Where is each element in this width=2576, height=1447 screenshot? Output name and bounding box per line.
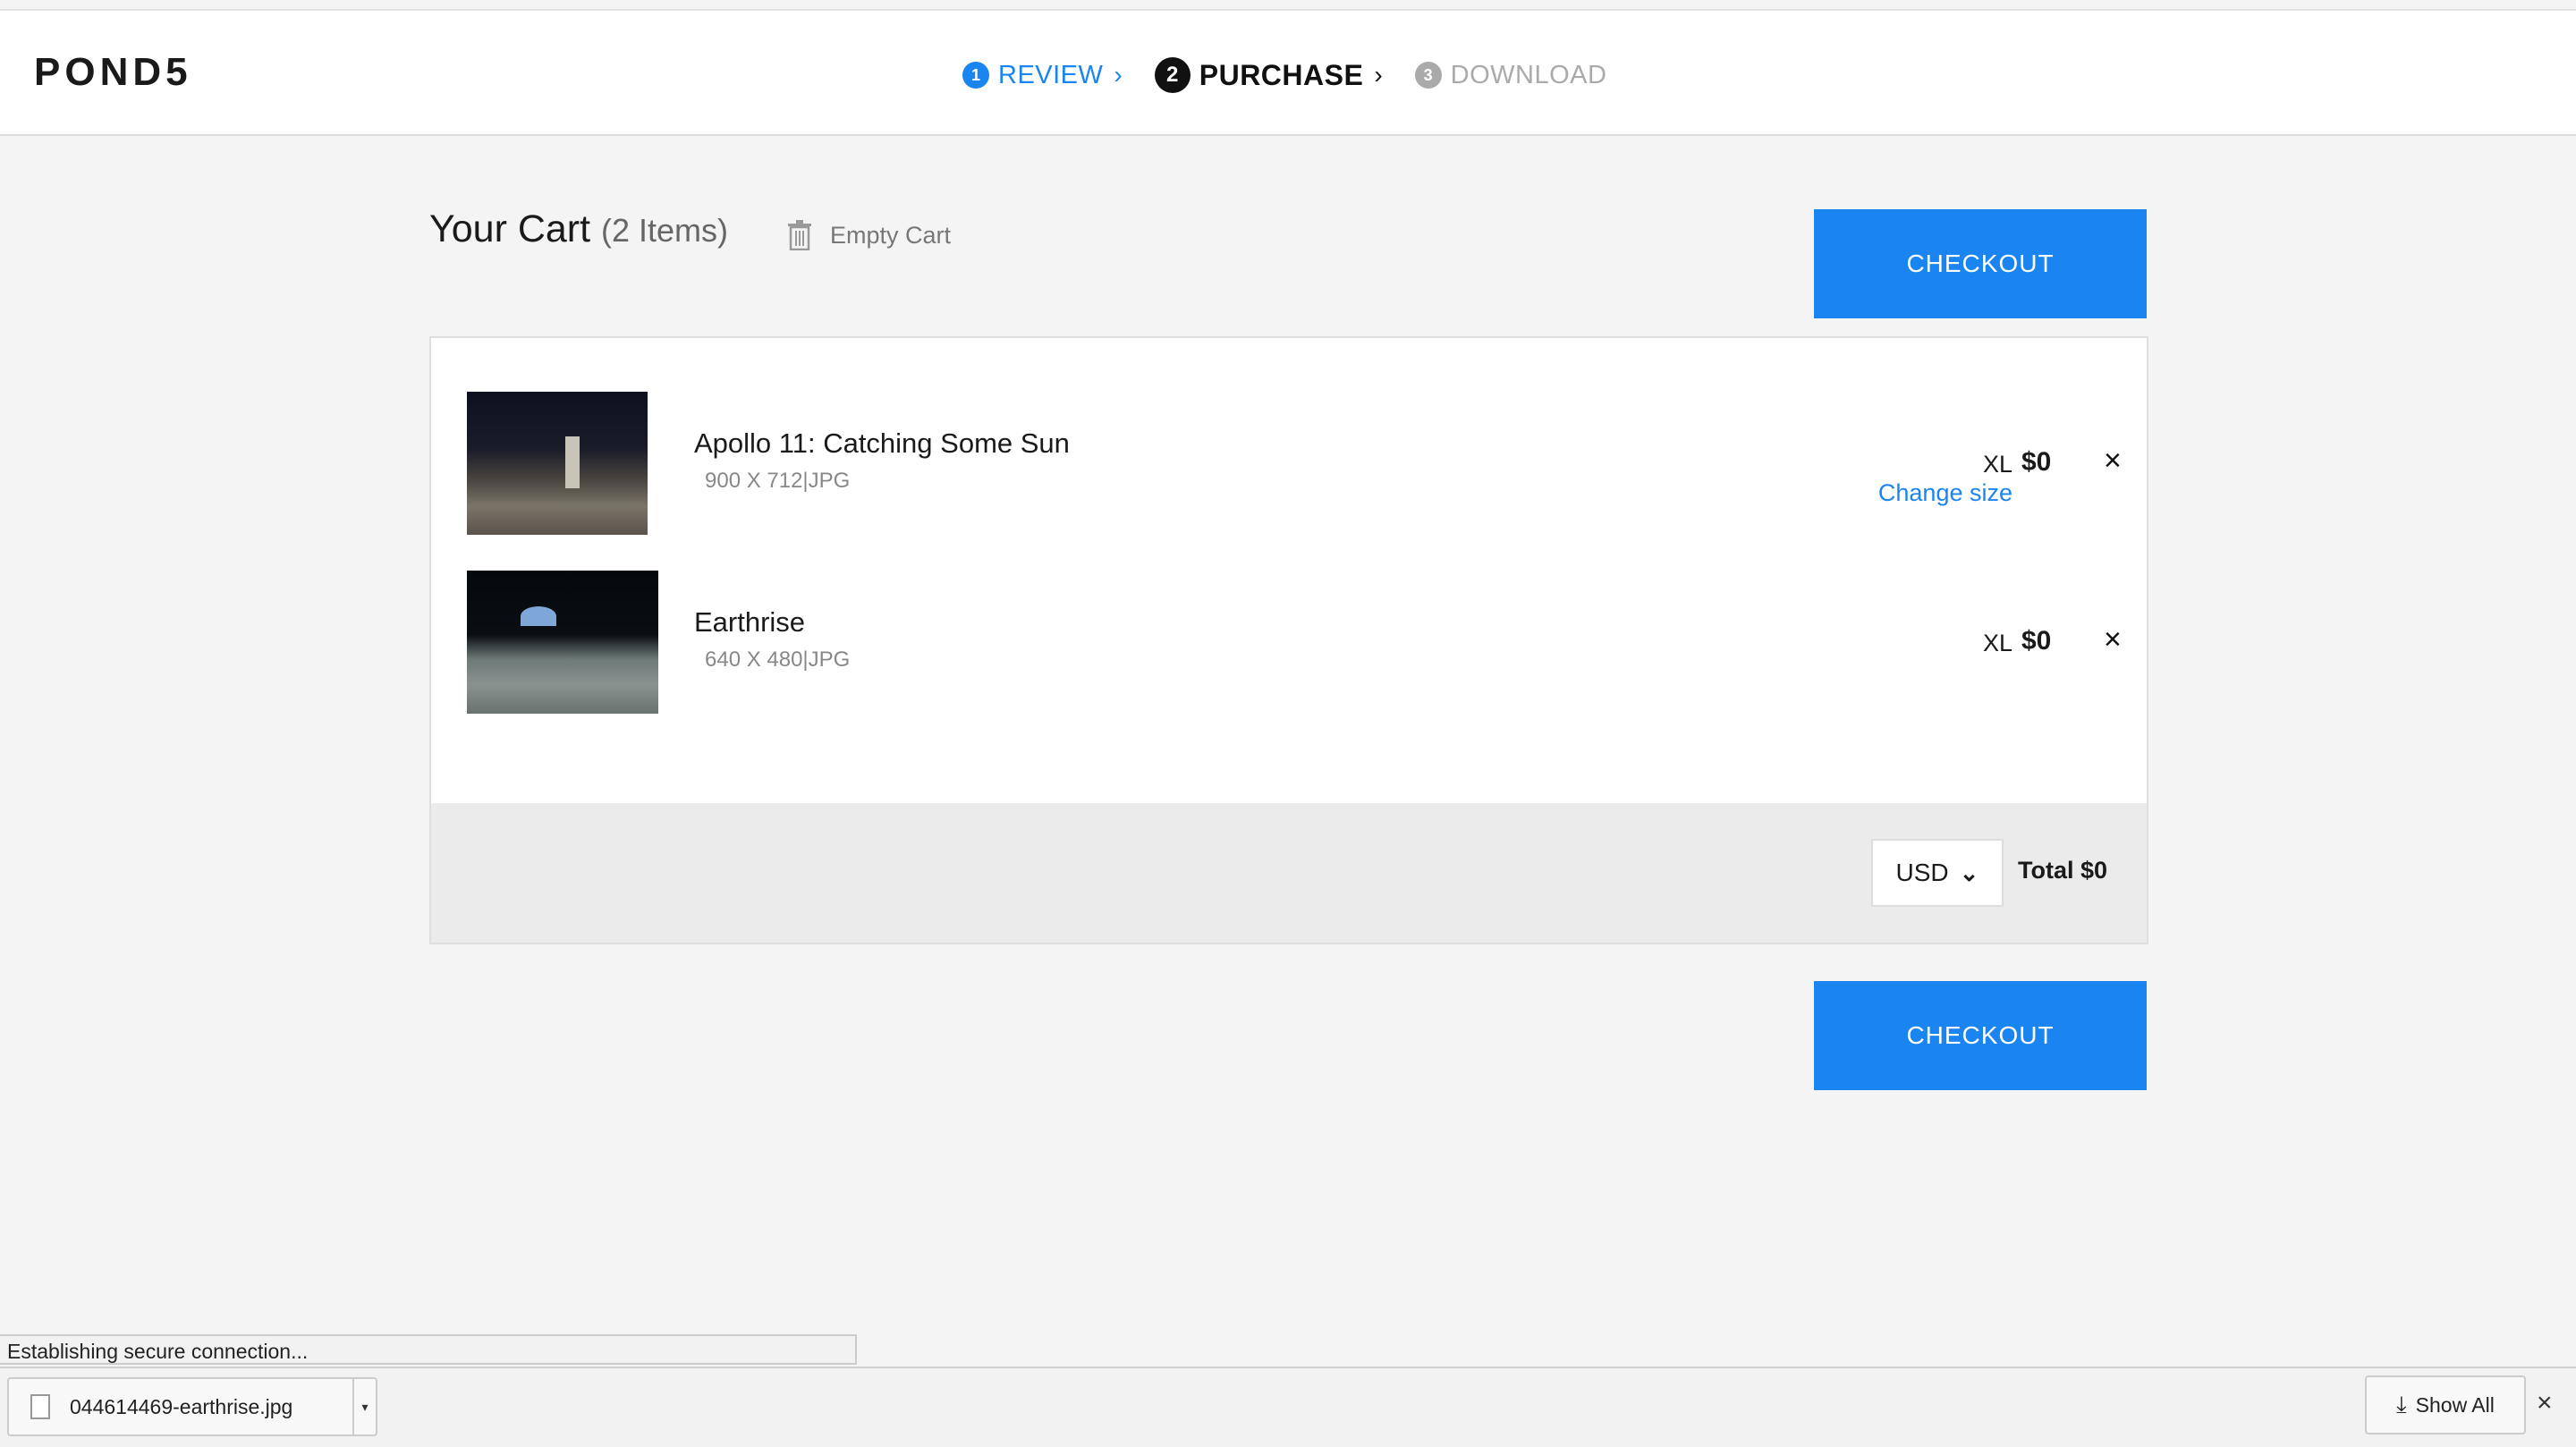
download-menu-arrow[interactable]: ▾ bbox=[352, 1379, 376, 1434]
remove-item-button[interactable]: × bbox=[2104, 622, 2122, 657]
download-shelf: 044614469-earthrise.jpg ▾ ⤓ Show All × bbox=[0, 1367, 2576, 1447]
item-thumbnail[interactable] bbox=[467, 571, 658, 714]
step-review-number: 1 bbox=[962, 62, 989, 89]
earth-figure bbox=[521, 606, 556, 626]
change-size-link[interactable]: Change size bbox=[1816, 479, 2012, 507]
cart-title: Your Cart (2 Items) bbox=[429, 207, 728, 251]
step-review[interactable]: 1 REVIEW › bbox=[962, 61, 1123, 90]
item-price: $0 bbox=[2021, 626, 2052, 656]
checkout-steps: 1 REVIEW › 2 PURCHASE › 3 DOWNLOAD bbox=[962, 57, 1639, 93]
download-file-name: 044614469-earthrise.jpg bbox=[70, 1394, 293, 1418]
pond5-logo[interactable]: POND5 bbox=[34, 50, 192, 95]
cart-item: Earthrise 640 X 480|JPG XL $0 × bbox=[467, 571, 2122, 714]
remove-item-button[interactable]: × bbox=[2104, 444, 2122, 478]
download-item[interactable]: 044614469-earthrise.jpg ▾ bbox=[7, 1377, 377, 1436]
currency-value: USD bbox=[1895, 859, 1949, 886]
show-all-label: Show All bbox=[2415, 1392, 2495, 1417]
step-download-label: DOWNLOAD bbox=[1450, 60, 1607, 89]
astronaut-figure bbox=[565, 436, 580, 488]
currency-select[interactable]: USD ⌄ bbox=[1871, 839, 2004, 907]
step-purchase-label: PURCHASE bbox=[1199, 58, 1364, 91]
item-size: XL bbox=[1982, 630, 2012, 656]
item-thumbnail[interactable] bbox=[467, 392, 648, 535]
browser-status-bar: Establishing secure connection... bbox=[0, 1334, 857, 1365]
chevron-right-icon: › bbox=[1114, 61, 1123, 89]
file-icon bbox=[30, 1394, 50, 1419]
empty-cart-label: Empty Cart bbox=[830, 221, 952, 249]
step-download-number: 3 bbox=[1414, 62, 1442, 89]
browser-top-border bbox=[0, 0, 2576, 11]
step-download: 3 DOWNLOAD bbox=[1414, 60, 1607, 90]
checkout-button-bottom[interactable]: CHECKOUT bbox=[1814, 981, 2147, 1090]
cart-item-count: (2 Items) bbox=[601, 212, 729, 249]
cart-title-text: Your Cart bbox=[429, 207, 591, 250]
item-title[interactable]: Apollo 11: Catching Some Sun bbox=[694, 427, 1070, 460]
checkout-button-top[interactable]: CHECKOUT bbox=[1814, 209, 2147, 318]
item-price: $0 bbox=[2021, 447, 2052, 477]
item-spec: 640 X 480|JPG bbox=[705, 647, 851, 672]
cart-item: Apollo 11: Catching Some Sun 900 X 712|J… bbox=[467, 392, 2122, 535]
step-purchase: 2 PURCHASE › bbox=[1154, 57, 1383, 93]
site-header: POND5 1 REVIEW › 2 PURCHASE › 3 DOWNLOAD bbox=[0, 11, 2576, 136]
chevron-down-icon: ⌄ bbox=[1959, 859, 1979, 886]
trash-icon bbox=[788, 220, 811, 250]
show-all-button[interactable]: ⤓ Show All bbox=[2365, 1375, 2526, 1434]
empty-cart-button[interactable]: Empty Cart bbox=[787, 220, 951, 250]
cart-items-panel: Apollo 11: Catching Some Sun 900 X 712|J… bbox=[429, 336, 2148, 807]
item-size: XL bbox=[1982, 451, 2012, 478]
item-title[interactable]: Earthrise bbox=[694, 606, 805, 639]
download-icon: ⤓ bbox=[2396, 1391, 2407, 1417]
close-icon[interactable]: × bbox=[2537, 1388, 2553, 1418]
step-review-label: REVIEW bbox=[998, 60, 1104, 89]
step-purchase-number: 2 bbox=[1154, 57, 1191, 93]
cart-summary: USD ⌄ Total $0 bbox=[429, 803, 2148, 944]
item-spec: 900 X 712|JPG bbox=[705, 469, 851, 493]
cart-total: Total $0 bbox=[2018, 857, 2108, 884]
chevron-right-icon: › bbox=[1374, 61, 1383, 89]
